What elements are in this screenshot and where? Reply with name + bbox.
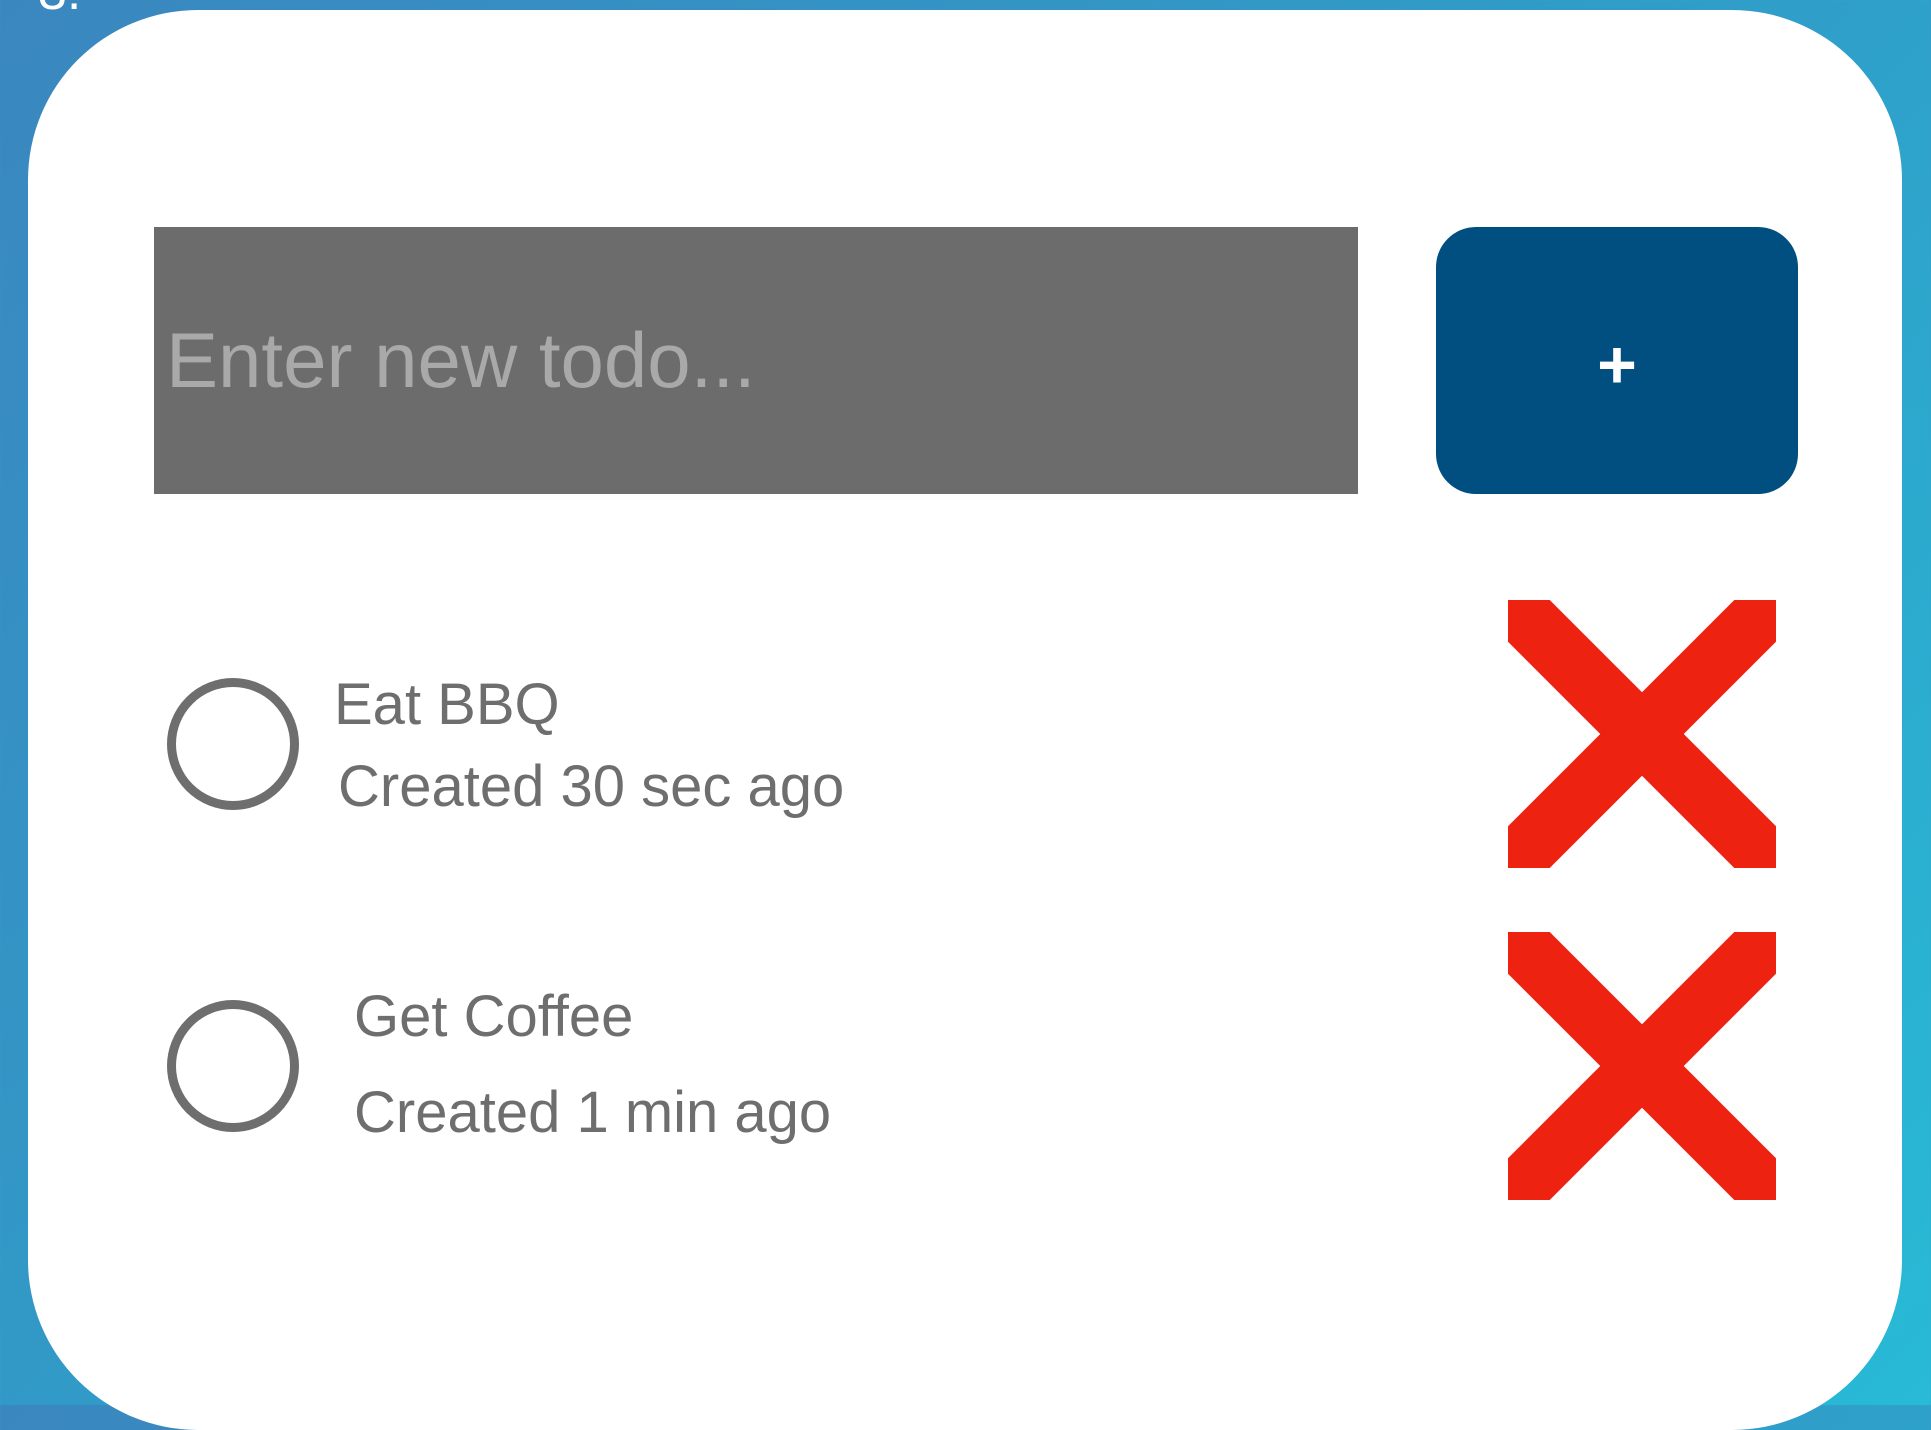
x-icon-graphic xyxy=(1508,932,1776,1200)
todo-item: Get Coffee Created 1 min ago xyxy=(0,930,1931,1200)
x-icon-graphic xyxy=(1508,600,1776,868)
corner-label: 3. xyxy=(38,0,81,18)
todo-item: Eat BBQ Created 30 sec ago xyxy=(0,600,1931,870)
circle-outline-icon[interactable] xyxy=(167,1000,299,1132)
x-icon[interactable] xyxy=(1508,932,1776,1200)
x-icon[interactable] xyxy=(1508,600,1776,868)
add-button-label: + xyxy=(1597,326,1637,403)
todo-title: Eat BBQ xyxy=(334,672,560,737)
add-todo-button[interactable]: + xyxy=(1436,227,1798,494)
todo-title: Get Coffee xyxy=(354,984,634,1049)
new-todo-input[interactable] xyxy=(154,227,1358,494)
todo-created-time: Created 30 sec ago xyxy=(338,754,845,819)
todo-created-time: Created 1 min ago xyxy=(354,1080,832,1145)
circle-outline-icon[interactable] xyxy=(167,678,299,810)
